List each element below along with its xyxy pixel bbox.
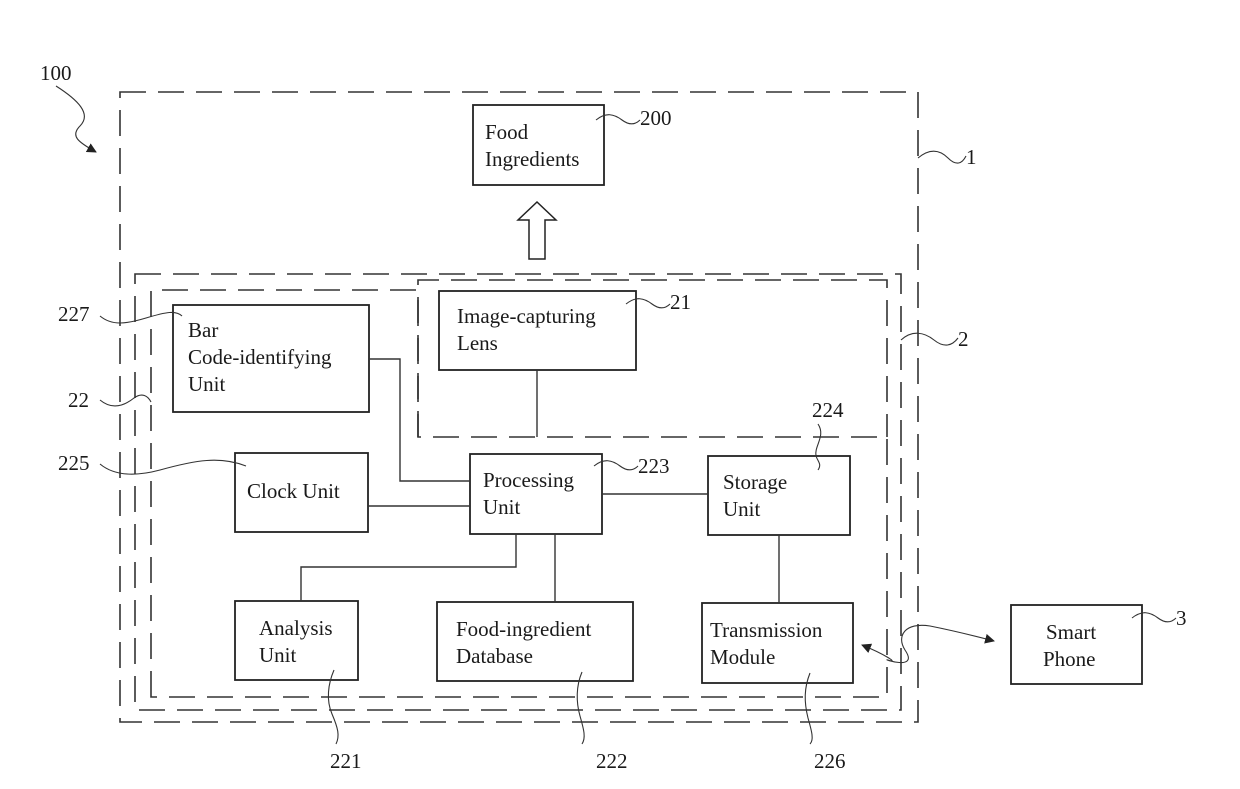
leader-222 <box>576 671 585 745</box>
storage-line-1: Storage <box>723 470 787 494</box>
ref-database: 222 <box>596 749 628 773</box>
system-leader-arrow <box>55 85 97 153</box>
bar-code-line-2: Code-identifying <box>188 345 332 369</box>
storage-unit-block: Storage Unit <box>707 455 851 536</box>
transmission-module-block: Transmission Module <box>701 602 854 684</box>
leader-22 <box>99 394 152 407</box>
wire-barcode-processing <box>369 358 470 482</box>
block-diagram: 100 1 2 22 Food Ingredients 200 Image-ca… <box>40 61 1187 773</box>
image-capturing-lens-block: Image-capturing Lens <box>438 290 637 371</box>
smart-phone-line-2: Phone <box>1043 647 1096 671</box>
storage-line-2: Unit <box>723 497 761 521</box>
processing-line-1: Processing <box>483 468 574 492</box>
leader-227 <box>99 311 183 324</box>
database-line-2: Database <box>456 644 533 668</box>
food-ingredients-block: Food Ingredients <box>472 104 605 186</box>
processing-unit-block: Processing Unit <box>469 453 603 535</box>
ref-bar-code: 227 <box>58 302 90 326</box>
clock-unit-label: Clock Unit <box>247 479 340 503</box>
database-line-1: Food-ingredient <box>456 617 591 641</box>
transmission-line-2: Module <box>710 645 775 669</box>
bar-code-line-3: Unit <box>188 372 226 396</box>
leader-1 <box>917 150 967 164</box>
ref-smart-phone: 3 <box>1176 606 1187 630</box>
clock-unit-block: Clock Unit <box>234 452 369 533</box>
ref-food-ingredients: 200 <box>640 106 672 130</box>
analysis-line-2: Unit <box>259 643 297 667</box>
bar-code-line-1: Bar <box>188 318 218 342</box>
ref-system: 100 <box>40 61 72 85</box>
ref-processing: 223 <box>638 454 670 478</box>
analysis-unit-block: Analysis Unit <box>234 600 359 681</box>
ref-transmission: 226 <box>814 749 846 773</box>
ref-analysis: 221 <box>330 749 362 773</box>
ref-lens: 21 <box>670 290 691 314</box>
wireless-link-arrow <box>861 624 995 664</box>
wire-processing-analysis <box>300 534 517 601</box>
food-ingredients-line-2: Ingredients <box>485 147 579 171</box>
processing-line-2: Unit <box>483 495 521 519</box>
ref-clock: 225 <box>58 451 90 475</box>
ref-processing-module: 22 <box>68 388 89 412</box>
transmission-line-1: Transmission <box>710 618 823 642</box>
leader-2 <box>900 332 959 346</box>
lens-line-1: Image-capturing <box>457 304 596 328</box>
leader-221 <box>327 669 339 745</box>
ref-outer-container: 1 <box>966 145 977 169</box>
bar-code-identifying-unit-block: Bar Code-identifying Unit <box>172 304 370 413</box>
ref-device-container: 2 <box>958 327 969 351</box>
smart-phone-block: Smart Phone <box>1010 604 1143 685</box>
ref-storage: 224 <box>812 398 844 422</box>
analysis-line-1: Analysis <box>259 616 333 640</box>
smart-phone-line-1: Smart <box>1046 620 1096 644</box>
lens-line-2: Lens <box>457 331 498 355</box>
capture-direction-arrow-icon <box>516 200 558 260</box>
food-ingredients-line-1: Food <box>485 120 529 144</box>
food-ingredient-database-block: Food-ingredient Database <box>436 601 634 682</box>
leader-225 <box>99 459 247 475</box>
